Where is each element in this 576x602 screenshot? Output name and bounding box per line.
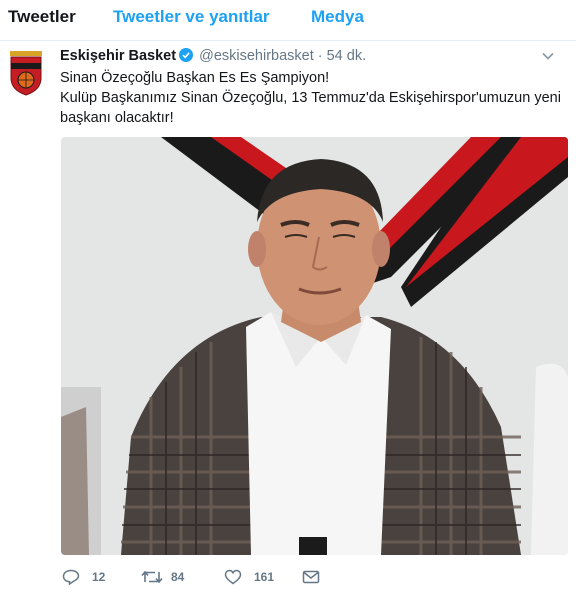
tweet-text-line: başkanı olacaktır! xyxy=(60,110,174,126)
like-count: 161 xyxy=(254,570,275,584)
verified-badge-icon xyxy=(179,48,194,62)
tweet-header: Eskişehir Basket @eskisehirbasket · 54 dk. xyxy=(60,46,556,66)
retweet-count: 84 xyxy=(171,570,185,584)
envelope-icon xyxy=(302,570,320,584)
tweet-timestamp[interactable]: 54 dk. xyxy=(327,48,367,64)
reply-icon xyxy=(62,569,80,585)
reply-count: 12 xyxy=(92,570,106,584)
tab-tweets-and-replies[interactable]: Tweetler ve yanıtlar xyxy=(113,6,270,28)
chevron-down-icon[interactable] xyxy=(540,48,556,64)
tweet-text-line: Kulüp Başkanımız Sinan Özeçoğlu, 13 Temm… xyxy=(60,90,561,106)
heart-icon xyxy=(224,569,242,585)
tweet-actions: 12 84 161 xyxy=(60,566,560,588)
profile-tabs: Tweetler Tweetler ve yanıtlar Medya xyxy=(0,0,576,41)
club-logo-icon xyxy=(10,51,42,96)
separator-dot: · xyxy=(317,48,323,64)
author-handle[interactable]: @eskisehirbasket xyxy=(199,48,314,64)
avatar[interactable] xyxy=(8,50,44,96)
author-name[interactable]: Eskişehir Basket xyxy=(60,48,176,64)
retweet-icon xyxy=(141,570,163,584)
tab-media[interactable]: Medya xyxy=(311,6,364,28)
tab-tweets[interactable]: Tweetler xyxy=(8,6,76,28)
tweet-text-line: Sinan Özeçoğlu Başkan Es Es Şampiyon! xyxy=(60,70,330,86)
tweet-photo[interactable] xyxy=(61,137,568,555)
tweet-text: Sinan Özeçoğlu Başkan Es Es Şampiyon! Ku… xyxy=(60,68,565,128)
